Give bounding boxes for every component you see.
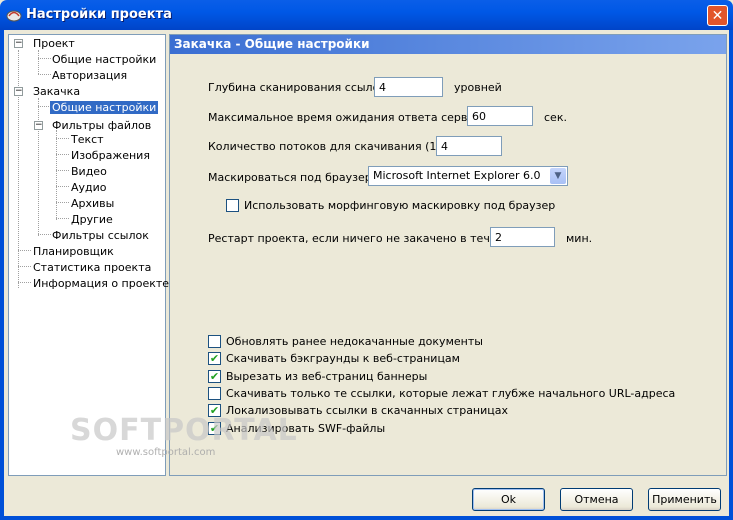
option-checkbox[interactable]: [208, 335, 221, 348]
restart-label: Рестарт проекта, если ничего не закачено…: [208, 232, 522, 245]
timeout-input[interactable]: [467, 106, 533, 126]
tree-item-label: Проект: [33, 37, 75, 50]
tree-item-label: Общие настройки: [50, 101, 159, 114]
browser-label: Маскироваться под браузер:: [208, 171, 376, 184]
option-checkbox[interactable]: ✔: [208, 352, 221, 365]
tree-item-project-info[interactable]: Информация о проекте: [33, 276, 169, 291]
tree-item-project[interactable]: Проект: [33, 36, 75, 51]
tree-item-label: Авторизация: [52, 69, 128, 82]
tree-item-scheduler[interactable]: Планировщик: [33, 244, 114, 259]
tree-item-label: Фильтры файлов: [52, 119, 152, 132]
tree-item-label: Аудио: [71, 181, 107, 194]
close-button[interactable]: ✕: [707, 5, 728, 26]
depth-input[interactable]: [374, 77, 443, 97]
settings-panel: Закачка - Общие настройки Глубина сканир…: [169, 34, 727, 476]
option-label: Скачивать бэкграунды к веб-страницам: [226, 352, 460, 365]
tree-item-video[interactable]: Видео: [71, 164, 107, 179]
option-label: Обновлять ранее недокачанные документы: [226, 335, 483, 348]
depth-unit: уровней: [454, 81, 502, 94]
tree-item-label: Общие настройки: [52, 53, 157, 66]
option-label: Скачивать только те ссылки, которые лежа…: [226, 387, 676, 400]
tree-item-link-filters[interactable]: Фильтры ссылок: [52, 228, 149, 243]
tree-item-images[interactable]: Изображения: [71, 148, 150, 163]
watermark-logo: SOFTPORTAL: [70, 413, 298, 448]
tree-item-label: Планировщик: [33, 245, 114, 258]
browser-select[interactable]: Microsoft Internet Explorer 6.0 ▼: [368, 166, 568, 186]
tree-item-label: Фильтры ссылок: [52, 229, 149, 242]
tree-expander-file-filters[interactable]: −: [34, 121, 43, 130]
window-frame-left: [0, 30, 4, 520]
browser-select-value: Microsoft Internet Explorer 6.0: [373, 169, 541, 182]
depth-label: Глубина сканирования ссылок:: [208, 81, 390, 94]
tree-item-project-general[interactable]: Общие настройки: [52, 52, 156, 67]
option-checkbox[interactable]: ✔: [208, 370, 221, 383]
window-title: Настройки проекта: [26, 7, 172, 22]
tree-item-label: Изображения: [71, 149, 150, 162]
tree-item-label: Текст: [71, 133, 104, 146]
tree-item-label: Видео: [71, 165, 107, 178]
tree-item-label: Другие: [71, 213, 113, 226]
apply-button[interactable]: Применить: [648, 488, 721, 511]
chevron-down-icon[interactable]: ▼: [550, 168, 566, 184]
tree-item-audio[interactable]: Аудио: [71, 180, 107, 195]
option-label: Вырезать из веб-страниц баннеры: [226, 370, 428, 383]
tree-expander-project[interactable]: −: [14, 39, 23, 48]
threads-input[interactable]: [436, 136, 502, 156]
morph-checkbox[interactable]: [226, 199, 239, 212]
tree-item-label: Статистика проекта: [33, 261, 152, 274]
tree-item-download-general[interactable]: Общие настройки: [50, 100, 159, 115]
app-icon: [6, 10, 22, 22]
ok-button[interactable]: Ok: [472, 488, 545, 511]
morph-label: Использовать морфинговую маскировку под …: [244, 199, 556, 212]
tree-item-download[interactable]: Закачка: [33, 84, 80, 99]
restart-input[interactable]: [490, 227, 555, 247]
tree-item-text[interactable]: Текст: [71, 132, 104, 147]
settings-tree[interactable]: − Проект Общие настройки Авторизация − З…: [8, 34, 169, 476]
timeout-label: Максимальное время ожидания ответа серве…: [208, 111, 492, 124]
watermark-url: www.softportal.com: [116, 447, 216, 458]
window-frame-bottom: [0, 516, 733, 520]
tree-item-label: Информация о проекте: [33, 277, 170, 290]
title-bar: Настройки проекта ✕: [0, 0, 733, 30]
tree-item-file-filters[interactable]: Фильтры файлов: [52, 118, 151, 133]
restart-unit: мин.: [566, 232, 593, 245]
tree-item-label: Архивы: [71, 197, 115, 210]
tree-expander-download[interactable]: −: [14, 87, 23, 96]
cancel-button[interactable]: Отмена: [560, 488, 633, 511]
tree-item-label: Закачка: [33, 85, 81, 98]
tree-item-archives[interactable]: Архивы: [71, 196, 114, 211]
panel-header: Закачка - Общие настройки: [170, 35, 726, 54]
timeout-unit: сек.: [544, 111, 567, 124]
window-frame-right: [729, 30, 733, 520]
tree-item-statistics[interactable]: Статистика проекта: [33, 260, 151, 275]
threads-label: Количество потоков для скачивания (1-15)…: [208, 140, 463, 153]
tree-item-other[interactable]: Другие: [71, 212, 113, 227]
option-checkbox[interactable]: [208, 387, 221, 400]
tree-item-authorization[interactable]: Авторизация: [52, 68, 127, 83]
